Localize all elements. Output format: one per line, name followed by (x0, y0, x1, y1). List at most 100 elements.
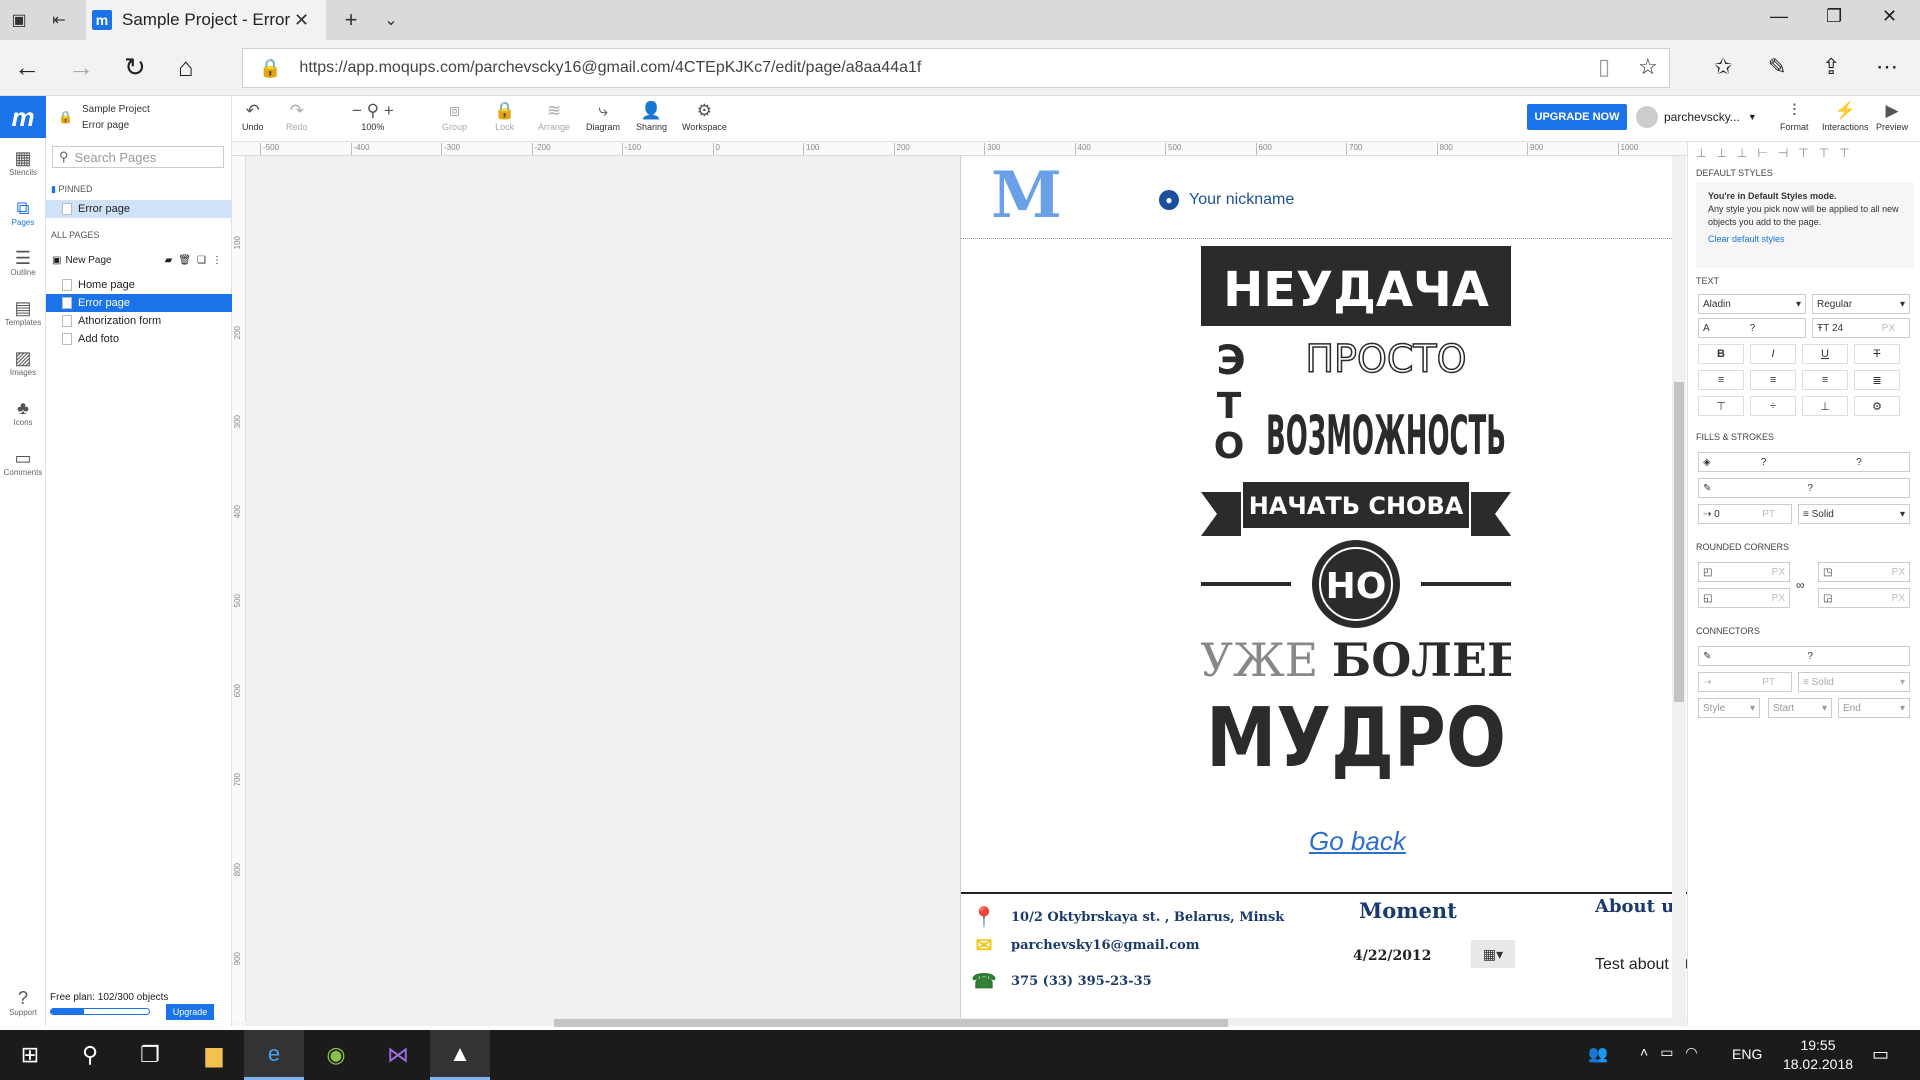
search-pages-input[interactable]: ⚲ Search Pages (52, 146, 224, 168)
page-item[interactable]: Error page (46, 294, 232, 312)
align-right-icon[interactable]: ≡ (1802, 370, 1848, 390)
url-field[interactable]: 🔒 https://app.moqups.com/parchevscky16@g… (242, 48, 1670, 88)
justify-icon[interactable]: ≣ (1854, 370, 1900, 390)
edge-browser-icon[interactable]: e (244, 1030, 304, 1080)
connector-end-select[interactable]: End ▾ (1838, 698, 1910, 718)
set-aside-tabs-icon[interactable]: ⇤ (48, 9, 70, 31)
delete-icon[interactable]: 🗑 (178, 255, 197, 266)
task-view-icon[interactable]: ❐ (120, 1030, 180, 1080)
connector-style-select[interactable]: ≡ Solid ▾ (1798, 672, 1910, 692)
date-picker-button[interactable]: ▦▾ (1471, 940, 1515, 968)
page-item[interactable]: Home page (46, 276, 232, 294)
valign-top-icon[interactable]: ⊤ (1698, 396, 1744, 416)
zoom-control[interactable]: − ⚲ +100% (352, 100, 394, 132)
valign-bottom-icon[interactable]: ⊥ (1802, 396, 1848, 416)
connector-width-field[interactable]: ⇢ PT (1698, 672, 1792, 692)
upgrade-now-button[interactable]: UPGRADE NOW (1527, 104, 1627, 130)
refresh-icon[interactable]: ↻ (124, 52, 146, 83)
workspace-button[interactable]: ⚙ Workspace (682, 100, 727, 132)
format-button[interactable]: ⫶ Format (1780, 100, 1809, 132)
vertical-scrollbar[interactable] (1672, 156, 1686, 1018)
reading-view-icon[interactable]: ▯ (1598, 54, 1610, 80)
photos-icon[interactable]: ▲ (430, 1030, 490, 1080)
pages-button[interactable]: ⧉ Pages (0, 198, 46, 227)
lock-icon[interactable]: 🔒 (58, 110, 73, 124)
images-button[interactable]: ▨ Images (0, 348, 46, 377)
more-icon[interactable]: ⋯ (1876, 54, 1898, 80)
new-page-icon[interactable]: ▣ (52, 255, 61, 266)
horizontal-scrollbar[interactable] (246, 1018, 1687, 1027)
page-item[interactable]: Athorization form (46, 312, 232, 330)
strikethrough-button[interactable]: T (1854, 344, 1900, 364)
upgrade-button[interactable]: Upgrade (166, 1004, 214, 1020)
weight-select[interactable]: Regular ▾ (1812, 294, 1910, 314)
corner-top-left-field[interactable]: ◰ PX (1698, 562, 1790, 582)
clock[interactable]: 19:55 18.02.2018 (1773, 1036, 1863, 1074)
corner-bottom-left-field[interactable]: ◱ PX (1698, 588, 1790, 608)
corner-bottom-right-field[interactable]: ◲ PX (1818, 588, 1910, 608)
interactions-button[interactable]: ⚡ Interactions (1822, 100, 1869, 132)
language-indicator[interactable]: ENG (1732, 1046, 1762, 1062)
text-settings-icon[interactable]: ⚙ (1854, 396, 1900, 416)
notifications-icon[interactable]: ▭ (1872, 1044, 1889, 1065)
battery-icon[interactable]: ▭ (1660, 1044, 1685, 1060)
chevron-up-icon[interactable]: ˄ (1640, 1044, 1660, 1060)
new-folder-icon[interactable]: ▰ (165, 255, 179, 266)
stencils-button[interactable]: ▦ Stencils (0, 148, 46, 177)
templates-button[interactable]: ▤ Templates (0, 298, 46, 327)
moqups-logo[interactable]: m (0, 96, 46, 138)
start-icon[interactable]: ⊞ (0, 1030, 60, 1080)
redo-button[interactable]: ↷ Redo (286, 100, 308, 132)
arrange-button[interactable]: ≋ Arrange (538, 100, 570, 132)
italic-button[interactable]: I (1750, 344, 1796, 364)
horizontal-scroll-thumb[interactable] (554, 1019, 1228, 1027)
browser-tab[interactable]: m Sample Project - Error p ✕ (86, 0, 326, 40)
corner-top-right-field[interactable]: ◳ PX (1818, 562, 1910, 582)
go-back-link[interactable]: Go back (1309, 826, 1406, 857)
underline-button[interactable]: U (1802, 344, 1848, 364)
stroke-style-select[interactable]: ≡ Solid ▾ (1798, 504, 1910, 524)
connector-style-select[interactable]: Style ▾ (1698, 698, 1760, 718)
wifi-icon[interactable]: ◠ (1685, 1044, 1709, 1060)
undo-button[interactable]: ↶ Undo (242, 100, 264, 132)
canvas[interactable]: M ●Your nickname ✕ НЕУДАЧА Э ПРОСТО Т О … (246, 156, 1687, 1018)
search-icon[interactable]: ⚲ (60, 1030, 120, 1080)
align-tools[interactable]: ⊥⊥⊥⊢⊣⊤⊤⊤ (1696, 146, 1860, 160)
lock-button[interactable]: 🔒 Lock (494, 100, 515, 132)
link-corners-icon[interactable]: ∞ (1796, 578, 1805, 592)
font-size-field[interactable]: ŦT 24 PX (1812, 318, 1910, 338)
stroke-width-field[interactable]: ⇢ 0 PT (1698, 504, 1792, 524)
tab-list-chevron-icon[interactable]: ⌄ (380, 9, 402, 31)
align-center-icon[interactable]: ≡ (1750, 370, 1796, 390)
new-page-button[interactable]: New Page (65, 255, 111, 266)
connector-color-field[interactable]: ✎? (1698, 646, 1910, 666)
close-tab-icon[interactable]: ✕ (294, 10, 309, 31)
app-icon[interactable]: ◉ (306, 1030, 366, 1080)
maximize-icon[interactable]: ❐ (1826, 6, 1842, 27)
back-icon[interactable]: ← (14, 52, 40, 83)
tray-icons[interactable]: ˄▭◠ (1640, 1044, 1710, 1061)
clear-default-styles-link[interactable]: Clear default styles (1708, 233, 1902, 246)
site-logo[interactable]: M (991, 158, 1062, 233)
page-item[interactable]: Add foto (46, 330, 232, 348)
valign-middle-icon[interactable]: ÷ (1750, 396, 1796, 416)
favorite-star-icon[interactable]: ☆ (1638, 54, 1658, 80)
share-icon[interactable]: ⇪ (1822, 54, 1840, 80)
favorites-hub-icon[interactable]: ✩ (1714, 54, 1732, 80)
user-menu[interactable]: parchevscky... ▼ (1636, 106, 1757, 128)
duplicate-icon[interactable]: ❏ (197, 255, 212, 266)
nickname-link[interactable]: ● Your nickname (1159, 190, 1294, 210)
bold-button[interactable]: B (1698, 344, 1744, 364)
align-left-icon[interactable]: ≡ (1698, 370, 1744, 390)
group-button[interactable]: ⧈ Group (442, 100, 467, 132)
vertical-scroll-thumb[interactable] (1674, 382, 1684, 702)
visual-studio-icon[interactable]: ⋈ (368, 1030, 428, 1080)
support-button[interactable]: ? Support (0, 988, 46, 1017)
people-icon[interactable]: 👥 (1588, 1044, 1608, 1064)
home-icon[interactable]: ⌂ (178, 52, 194, 83)
pen-icon[interactable]: ✎ (1768, 54, 1786, 80)
sharing-button[interactable]: 👤 Sharing (636, 100, 667, 132)
diagram-button[interactable]: ⤷ Diagram (586, 100, 620, 132)
font-select[interactable]: Aladin ▾ (1698, 294, 1806, 314)
stroke-color-field[interactable]: ✎? (1698, 478, 1910, 498)
